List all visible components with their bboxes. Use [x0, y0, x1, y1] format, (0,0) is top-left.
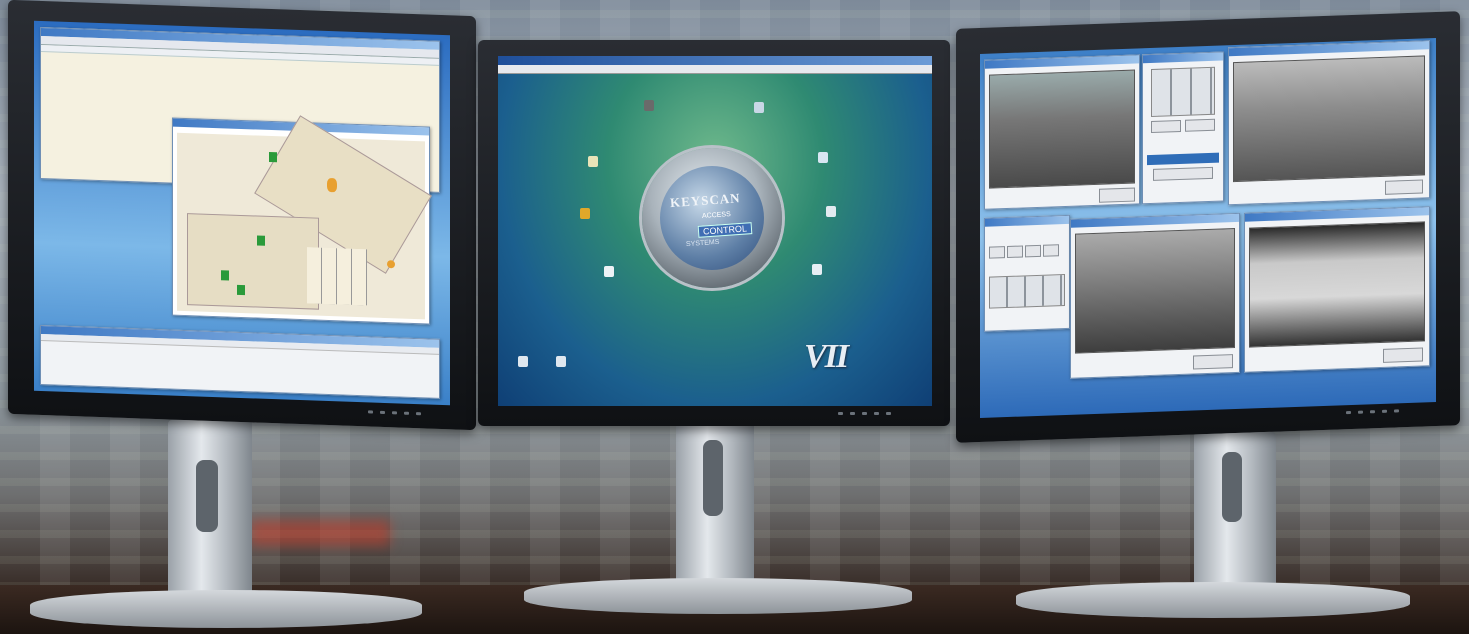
door-icon[interactable] [237, 284, 245, 296]
preset-button[interactable] [1153, 166, 1213, 181]
alarm-icon [580, 208, 590, 219]
background-light [250, 520, 390, 546]
control-grid[interactable] [989, 273, 1065, 309]
help-icon [556, 356, 566, 367]
launcher-item[interactable] [788, 152, 858, 166]
right-monitor-screen [980, 38, 1436, 418]
right-stand-slot [1222, 452, 1242, 522]
launcher-item[interactable] [536, 356, 586, 370]
cardholder-icon [644, 100, 654, 111]
camera-window-2[interactable] [1228, 40, 1430, 206]
menu-bar[interactable] [498, 65, 932, 74]
door-icon[interactable] [257, 235, 265, 246]
launcher-item[interactable] [724, 102, 794, 116]
playback-control-window[interactable] [984, 214, 1070, 332]
communication-icon [818, 152, 828, 163]
camera-feed [1249, 221, 1425, 348]
floorplan-window[interactable] [172, 115, 432, 325]
launcher-item[interactable] [558, 156, 628, 170]
camera-window-4[interactable] [1244, 206, 1430, 373]
camera-feed [1075, 228, 1235, 354]
center-stand-base [524, 578, 912, 614]
left-stand-slot [196, 460, 218, 532]
center-monitor: KEYSCAN ACCESS CONTROL SYSTEMS VII [478, 40, 950, 426]
camera-control-button[interactable] [1383, 347, 1423, 363]
ptz-control-window[interactable] [1142, 51, 1224, 205]
door-icon[interactable] [269, 151, 277, 163]
event-log-window[interactable] [40, 324, 440, 399]
stop-button[interactable] [1025, 244, 1041, 258]
camera-control-button[interactable] [1099, 187, 1135, 203]
zoom-button[interactable] [1151, 119, 1181, 133]
launcher-item[interactable] [614, 100, 684, 114]
launcher-item[interactable] [796, 206, 866, 220]
launcher-item[interactable] [782, 264, 852, 278]
camera-window-1[interactable] [984, 54, 1140, 210]
settings-icon [754, 102, 764, 113]
camera-feed [1233, 55, 1425, 183]
ptz-pad[interactable] [1151, 66, 1215, 117]
title-bar[interactable] [498, 56, 932, 65]
right-monitor-buttons[interactable] [1346, 409, 1399, 415]
right-monitor [956, 11, 1460, 443]
focus-button[interactable] [1185, 118, 1215, 132]
tools-icon [812, 264, 822, 275]
center-monitor-screen: KEYSCAN ACCESS CONTROL SYSTEMS VII [498, 56, 932, 406]
camera-control-button[interactable] [1193, 354, 1233, 370]
keyscan-logo: KEYSCAN ACCESS CONTROL SYSTEMS [642, 148, 782, 288]
floorplan-map [177, 115, 432, 320]
document-icon [604, 266, 614, 277]
left-stand-base [30, 590, 422, 628]
camera-control-button[interactable] [1385, 179, 1423, 195]
exit-icon [518, 356, 528, 367]
reports-icon [588, 156, 598, 167]
left-monitor-buttons[interactable] [368, 410, 421, 416]
forward-button[interactable] [1043, 244, 1059, 257]
right-stand-base [1016, 582, 1410, 618]
launcher-item[interactable] [550, 208, 620, 222]
camera-feed [989, 69, 1135, 189]
center-monitor-buttons[interactable] [838, 412, 891, 415]
launcher-item[interactable] [574, 266, 644, 280]
camera-window-3[interactable] [1070, 212, 1240, 379]
door-icon[interactable] [221, 270, 229, 281]
left-monitor-screen [34, 20, 450, 406]
rewind-button[interactable] [989, 246, 1005, 259]
left-monitor [8, 0, 476, 431]
center-stand-slot [703, 440, 723, 516]
play-button[interactable] [1007, 245, 1023, 259]
door-control-icon [826, 206, 836, 217]
version-mark: VII [804, 338, 849, 375]
